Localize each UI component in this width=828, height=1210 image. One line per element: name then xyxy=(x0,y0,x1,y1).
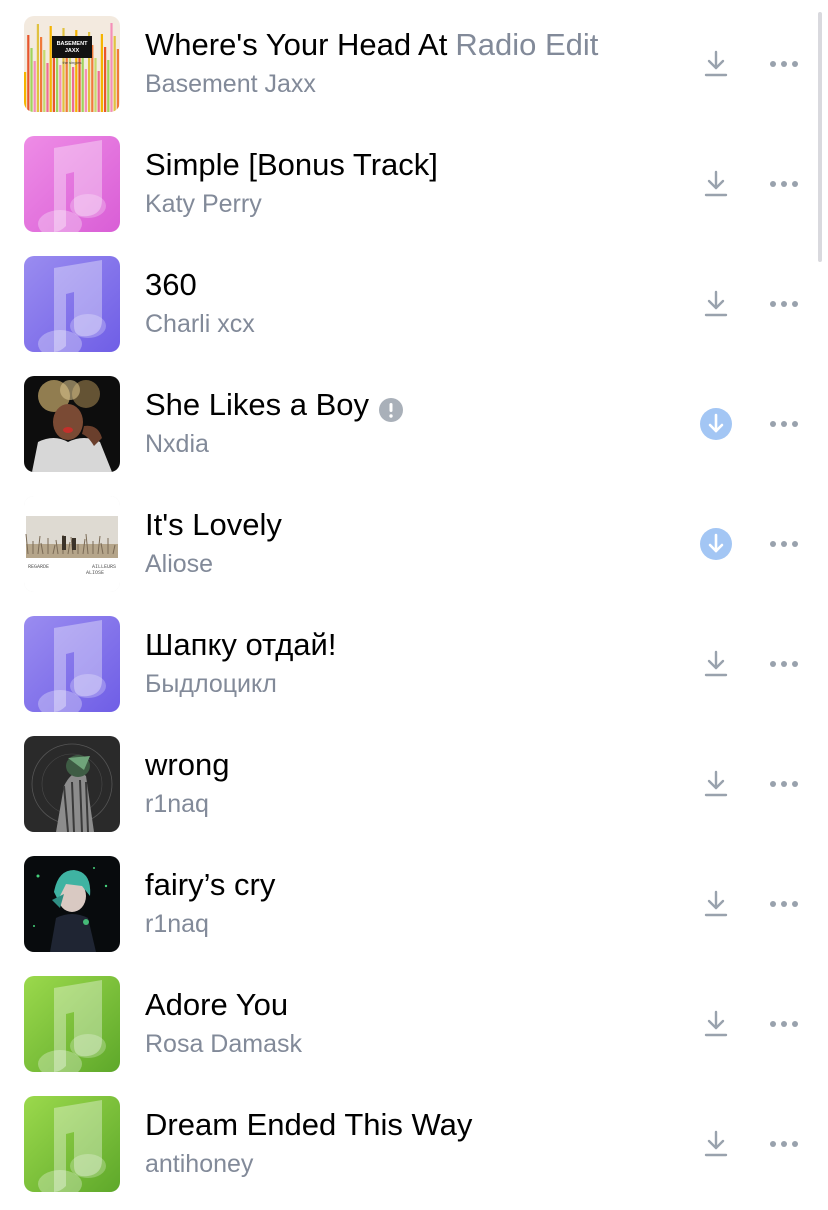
track-row[interactable]: fairy’s cry r1naq xyxy=(0,840,828,960)
track-artist: Nxdia xyxy=(145,430,209,458)
track-artist: Быдлоцикл xyxy=(145,670,277,698)
track-title: Dream Ended This Way xyxy=(145,1107,473,1142)
more-dots-icon[interactable] xyxy=(764,764,804,804)
track-row[interactable]: BASEMENT JAXX the singles Where's Your H… xyxy=(0,0,828,120)
more-dots-icon[interactable] xyxy=(764,644,804,684)
track-row[interactable]: wrong r1naq xyxy=(0,720,828,840)
more-dots-icon[interactable] xyxy=(764,44,804,84)
download-icon[interactable] xyxy=(696,764,736,804)
album-cover[interactable] xyxy=(24,1096,120,1192)
track-title-line: She Likes a Boy xyxy=(145,386,404,424)
track-row[interactable]: Шапку отдай! Быдлоцикл xyxy=(0,600,828,720)
album-cover[interactable]: BASEMENT JAXX the singles xyxy=(24,16,120,112)
svg-text:ALIOSE: ALIOSE xyxy=(86,570,104,576)
download-icon[interactable] xyxy=(696,1004,736,1044)
track-artist: r1naq xyxy=(145,790,209,818)
track-row[interactable]: 360 Charli xcx xyxy=(0,240,828,360)
track-title: Adore You xyxy=(145,987,289,1022)
track-title-line: It's Lovely xyxy=(145,506,282,544)
more-dots-icon[interactable] xyxy=(764,284,804,324)
track-title-line: 360 xyxy=(145,266,197,304)
album-cover[interactable] xyxy=(24,136,120,232)
track-title: wrong xyxy=(145,747,230,782)
album-cover[interactable] xyxy=(24,736,120,832)
download-icon[interactable] xyxy=(696,884,736,924)
album-cover[interactable] xyxy=(24,976,120,1072)
track-title-line: Simple [Bonus Track] xyxy=(145,146,438,184)
track-row[interactable]: She Likes a Boy Nxdia xyxy=(0,360,828,480)
track-title: Where's Your Head At xyxy=(145,27,448,62)
track-title: 360 xyxy=(145,267,197,302)
track-artist: Katy Perry xyxy=(145,190,262,218)
more-dots-icon[interactable] xyxy=(764,524,804,564)
track-title-line: Where's Your Head At Radio Edit xyxy=(145,26,598,64)
svg-text:REGARDE: REGARDE xyxy=(28,564,49,570)
download-icon[interactable] xyxy=(696,1124,736,1164)
track-artist: Aliose xyxy=(145,550,214,578)
track-title: She Likes a Boy xyxy=(145,387,370,422)
track-artist: Basement Jaxx xyxy=(145,70,316,98)
track-row[interactable]: Adore You Rosa Damask xyxy=(0,960,828,1080)
track-artist: Charli xcx xyxy=(145,310,255,338)
track-title-line: Шапку отдай! xyxy=(145,626,336,664)
download-icon[interactable] xyxy=(696,284,736,324)
track-title-line: Adore You xyxy=(145,986,288,1024)
track-title-line: fairy’s cry xyxy=(145,866,275,904)
svg-text:the singles: the singles xyxy=(62,60,81,65)
exclamation-badge-icon xyxy=(379,393,404,422)
svg-text:JAXX: JAXX xyxy=(65,48,80,54)
more-dots-icon[interactable] xyxy=(764,1124,804,1164)
track-list: BASEMENT JAXX the singles Where's Your H… xyxy=(0,0,828,1210)
track-artist: r1naq xyxy=(145,910,209,938)
album-cover[interactable] xyxy=(24,376,120,472)
album-cover[interactable]: REGARDE AILLEURS ALIOSE xyxy=(24,496,120,592)
more-dots-icon[interactable] xyxy=(764,404,804,444)
track-title-line: wrong xyxy=(145,746,229,784)
album-cover[interactable] xyxy=(24,856,120,952)
track-title: Шапку отдай! xyxy=(145,627,337,662)
more-dots-icon[interactable] xyxy=(764,1004,804,1044)
downloaded-check-icon[interactable] xyxy=(696,524,736,564)
svg-text:BASEMENT: BASEMENT xyxy=(57,41,89,47)
album-cover[interactable] xyxy=(24,256,120,352)
track-title-line: Dream Ended This Way xyxy=(145,1106,472,1144)
track-title: Simple [Bonus Track] xyxy=(145,147,438,182)
downloaded-check-icon[interactable] xyxy=(696,404,736,444)
track-subtitle: Radio Edit xyxy=(455,27,599,62)
track-row[interactable]: REGARDE AILLEURS ALIOSE It's Lovely Alios… xyxy=(0,480,828,600)
track-row[interactable]: Simple [Bonus Track] Katy Perry xyxy=(0,120,828,240)
more-dots-icon[interactable] xyxy=(764,884,804,924)
more-dots-icon[interactable] xyxy=(764,164,804,204)
download-icon[interactable] xyxy=(696,644,736,684)
album-cover[interactable] xyxy=(24,616,120,712)
download-icon[interactable] xyxy=(696,164,736,204)
download-icon[interactable] xyxy=(696,44,736,84)
track-artist: Rosa Damask xyxy=(145,1030,302,1058)
track-title: It's Lovely xyxy=(145,507,282,542)
track-row[interactable]: Dream Ended This Way antihoney xyxy=(0,1080,828,1200)
track-title: fairy’s cry xyxy=(145,867,276,902)
track-artist: antihoney xyxy=(145,1150,254,1178)
